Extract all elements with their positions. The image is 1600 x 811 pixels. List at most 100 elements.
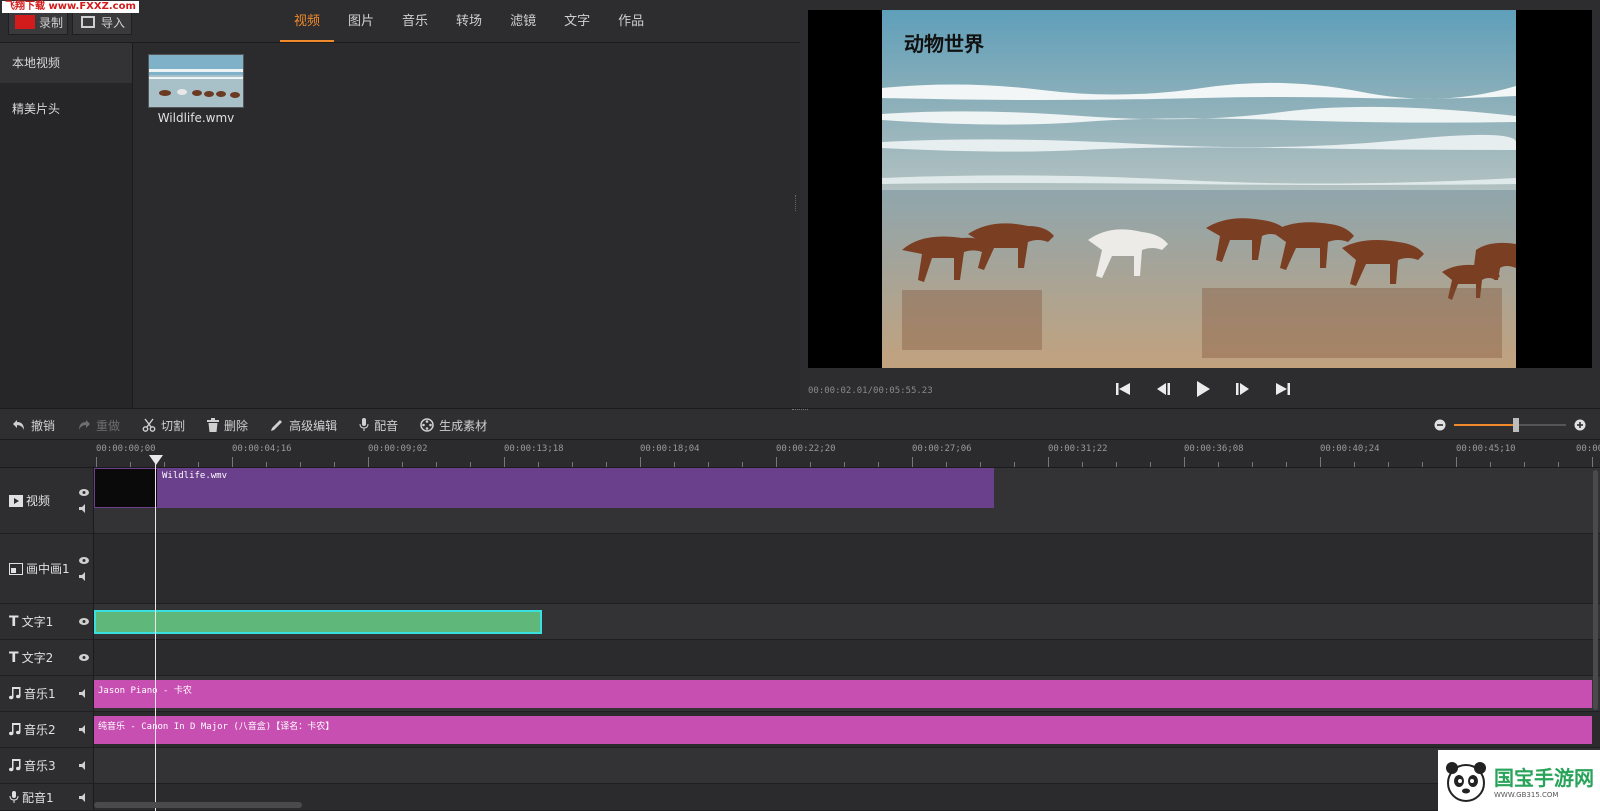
playhead-line[interactable] — [155, 455, 156, 811]
speaker-icon[interactable] — [79, 689, 89, 698]
video-clip[interactable]: Wildlife.wmv — [158, 468, 994, 508]
undo-button[interactable]: 撤销 — [12, 417, 55, 434]
preview-panel: 动物世界 00:00:02.01/00:05:55.23 — [800, 0, 1600, 408]
video-clip-head[interactable] — [94, 468, 158, 508]
site-logo: 国宝手游网 WWW.GB315.COM — [1438, 750, 1600, 811]
generate-material-button[interactable]: 生成素材 — [420, 417, 487, 434]
ruler-tick — [470, 462, 471, 467]
tab-video[interactable]: 视频 — [280, 0, 335, 42]
redo-button[interactable]: 重做 — [77, 417, 120, 434]
track-lane[interactable] — [94, 604, 1592, 639]
previous-frame-button[interactable] — [1152, 378, 1174, 400]
track-lane[interactable] — [94, 640, 1592, 675]
cut-button[interactable]: 切割 — [142, 417, 185, 434]
ruler-tick — [572, 462, 573, 467]
skip-to-end-button[interactable] — [1272, 378, 1294, 400]
ruler-tick — [946, 462, 947, 467]
track-header: 画中画1 — [0, 534, 94, 603]
ruler-label: 00:00:18;04 — [640, 444, 700, 454]
tab-text[interactable]: 文字 — [550, 0, 604, 42]
zoom-out-icon[interactable] — [1434, 419, 1446, 431]
skip-to-start-button[interactable] — [1112, 378, 1134, 400]
track-lane[interactable]: Jason Piano - 卡农 — [94, 676, 1592, 711]
track-header: 音乐3 — [0, 748, 94, 783]
ruler-tick — [674, 462, 675, 467]
track-lane[interactable] — [94, 534, 1592, 603]
eye-icon[interactable] — [79, 618, 89, 625]
ruler-label: 00:00:13;18 — [504, 444, 564, 454]
media-thumbnail[interactable] — [148, 54, 244, 108]
speaker-icon[interactable] — [79, 792, 89, 802]
ruler-tick — [708, 462, 709, 467]
track-label: 画中画1 — [26, 562, 70, 576]
panel-resize-handle[interactable] — [792, 409, 808, 411]
timeline-ruler[interactable]: 00:00:00;00 00:00:04;16 00:00:09;02 00:0… — [0, 440, 1600, 468]
next-frame-button[interactable] — [1232, 378, 1254, 400]
generate-material-label: 生成素材 — [439, 418, 488, 433]
text-track-icon: T — [9, 649, 19, 666]
track-header: 视频 — [0, 468, 94, 533]
timeline-horizontal-scrollbar[interactable] — [94, 802, 302, 808]
eye-icon[interactable] — [79, 488, 89, 496]
tab-transition[interactable]: 转场 — [442, 0, 496, 42]
ruler-tick — [1320, 457, 1321, 467]
delete-label: 删除 — [224, 418, 249, 433]
pencil-icon — [271, 420, 283, 431]
panel-splitter[interactable] — [795, 195, 798, 211]
eye-icon[interactable] — [79, 556, 89, 564]
text-clip[interactable] — [94, 610, 542, 634]
ruler-tick — [538, 462, 539, 467]
edit-toolbar: 撤销 重做 切割 删除 高级编辑 配音 生成素材 — [0, 408, 1600, 440]
play-button[interactable] — [1192, 378, 1214, 400]
ruler-tick — [266, 462, 267, 467]
tab-filter[interactable]: 滤镜 — [496, 0, 550, 42]
tab-works[interactable]: 作品 — [604, 0, 658, 42]
dub-button[interactable]: 配音 — [359, 417, 398, 434]
speaker-icon[interactable] — [79, 725, 89, 734]
playhead-handle[interactable] — [149, 455, 163, 465]
microphone-icon — [359, 418, 369, 431]
ruler-label: 00:00:09;02 — [368, 444, 428, 454]
ruler-tick — [1354, 462, 1355, 467]
timeline-tracks: 视频 Wildlife.wmv 画中画1 T 文字1 T 文字2 音乐1 Jas… — [0, 468, 1600, 811]
track-lane[interactable]: 纯音乐 - Canon In D Major (八音盒)【译名：卡农】 — [94, 712, 1592, 747]
speaker-icon[interactable] — [79, 761, 89, 770]
ruler-tick — [1456, 457, 1457, 467]
ruler-tick — [1422, 462, 1423, 467]
music-clip[interactable]: Jason Piano - 卡农 — [94, 680, 1592, 708]
tab-image[interactable]: 图片 — [334, 0, 388, 42]
track-label: 文字1 — [21, 615, 54, 629]
speaker-icon[interactable] — [79, 571, 89, 581]
speaker-icon[interactable] — [79, 503, 89, 513]
sidebar-item-intro[interactable]: 精美片头 — [0, 89, 132, 129]
track-lane[interactable] — [94, 784, 1592, 810]
ruler-label: 00:00:00;00 — [96, 444, 156, 454]
timeline-vertical-scrollbar[interactable] — [1593, 470, 1598, 710]
track-lane[interactable] — [94, 748, 1592, 783]
delete-button[interactable]: 删除 — [207, 417, 248, 434]
track-pip: 画中画1 — [0, 534, 1600, 604]
playback-controls — [1112, 378, 1294, 400]
trash-icon — [207, 418, 220, 432]
ruler-tick — [1252, 462, 1253, 467]
ruler-tick — [1490, 462, 1491, 467]
track-label: 视频 — [26, 494, 51, 508]
sidebar-item-local-video[interactable]: 本地视频 — [0, 43, 132, 83]
zoom-slider-handle[interactable] — [1512, 418, 1519, 432]
ruler-tick — [504, 457, 505, 467]
record-icon — [15, 15, 35, 29]
eye-icon[interactable] — [79, 654, 89, 661]
tab-music[interactable]: 音乐 — [388, 0, 442, 42]
logo-url: WWW.GB315.COM — [1494, 791, 1559, 799]
zoom-slider[interactable] — [1454, 418, 1566, 432]
track-header: 音乐1 — [0, 676, 94, 711]
music-note-icon — [9, 723, 21, 736]
advanced-edit-button[interactable]: 高级编辑 — [270, 417, 337, 434]
track-label: 音乐1 — [24, 687, 56, 701]
zoom-in-icon[interactable] — [1574, 419, 1586, 431]
track-lane[interactable]: Wildlife.wmv — [94, 468, 1592, 533]
beach-horses-video-frame — [882, 10, 1516, 368]
music-clip[interactable]: 纯音乐 - Canon In D Major (八音盒)【译名：卡农】 — [94, 716, 1592, 744]
ruler-tick — [844, 462, 845, 467]
ruler-tick — [1558, 462, 1559, 467]
